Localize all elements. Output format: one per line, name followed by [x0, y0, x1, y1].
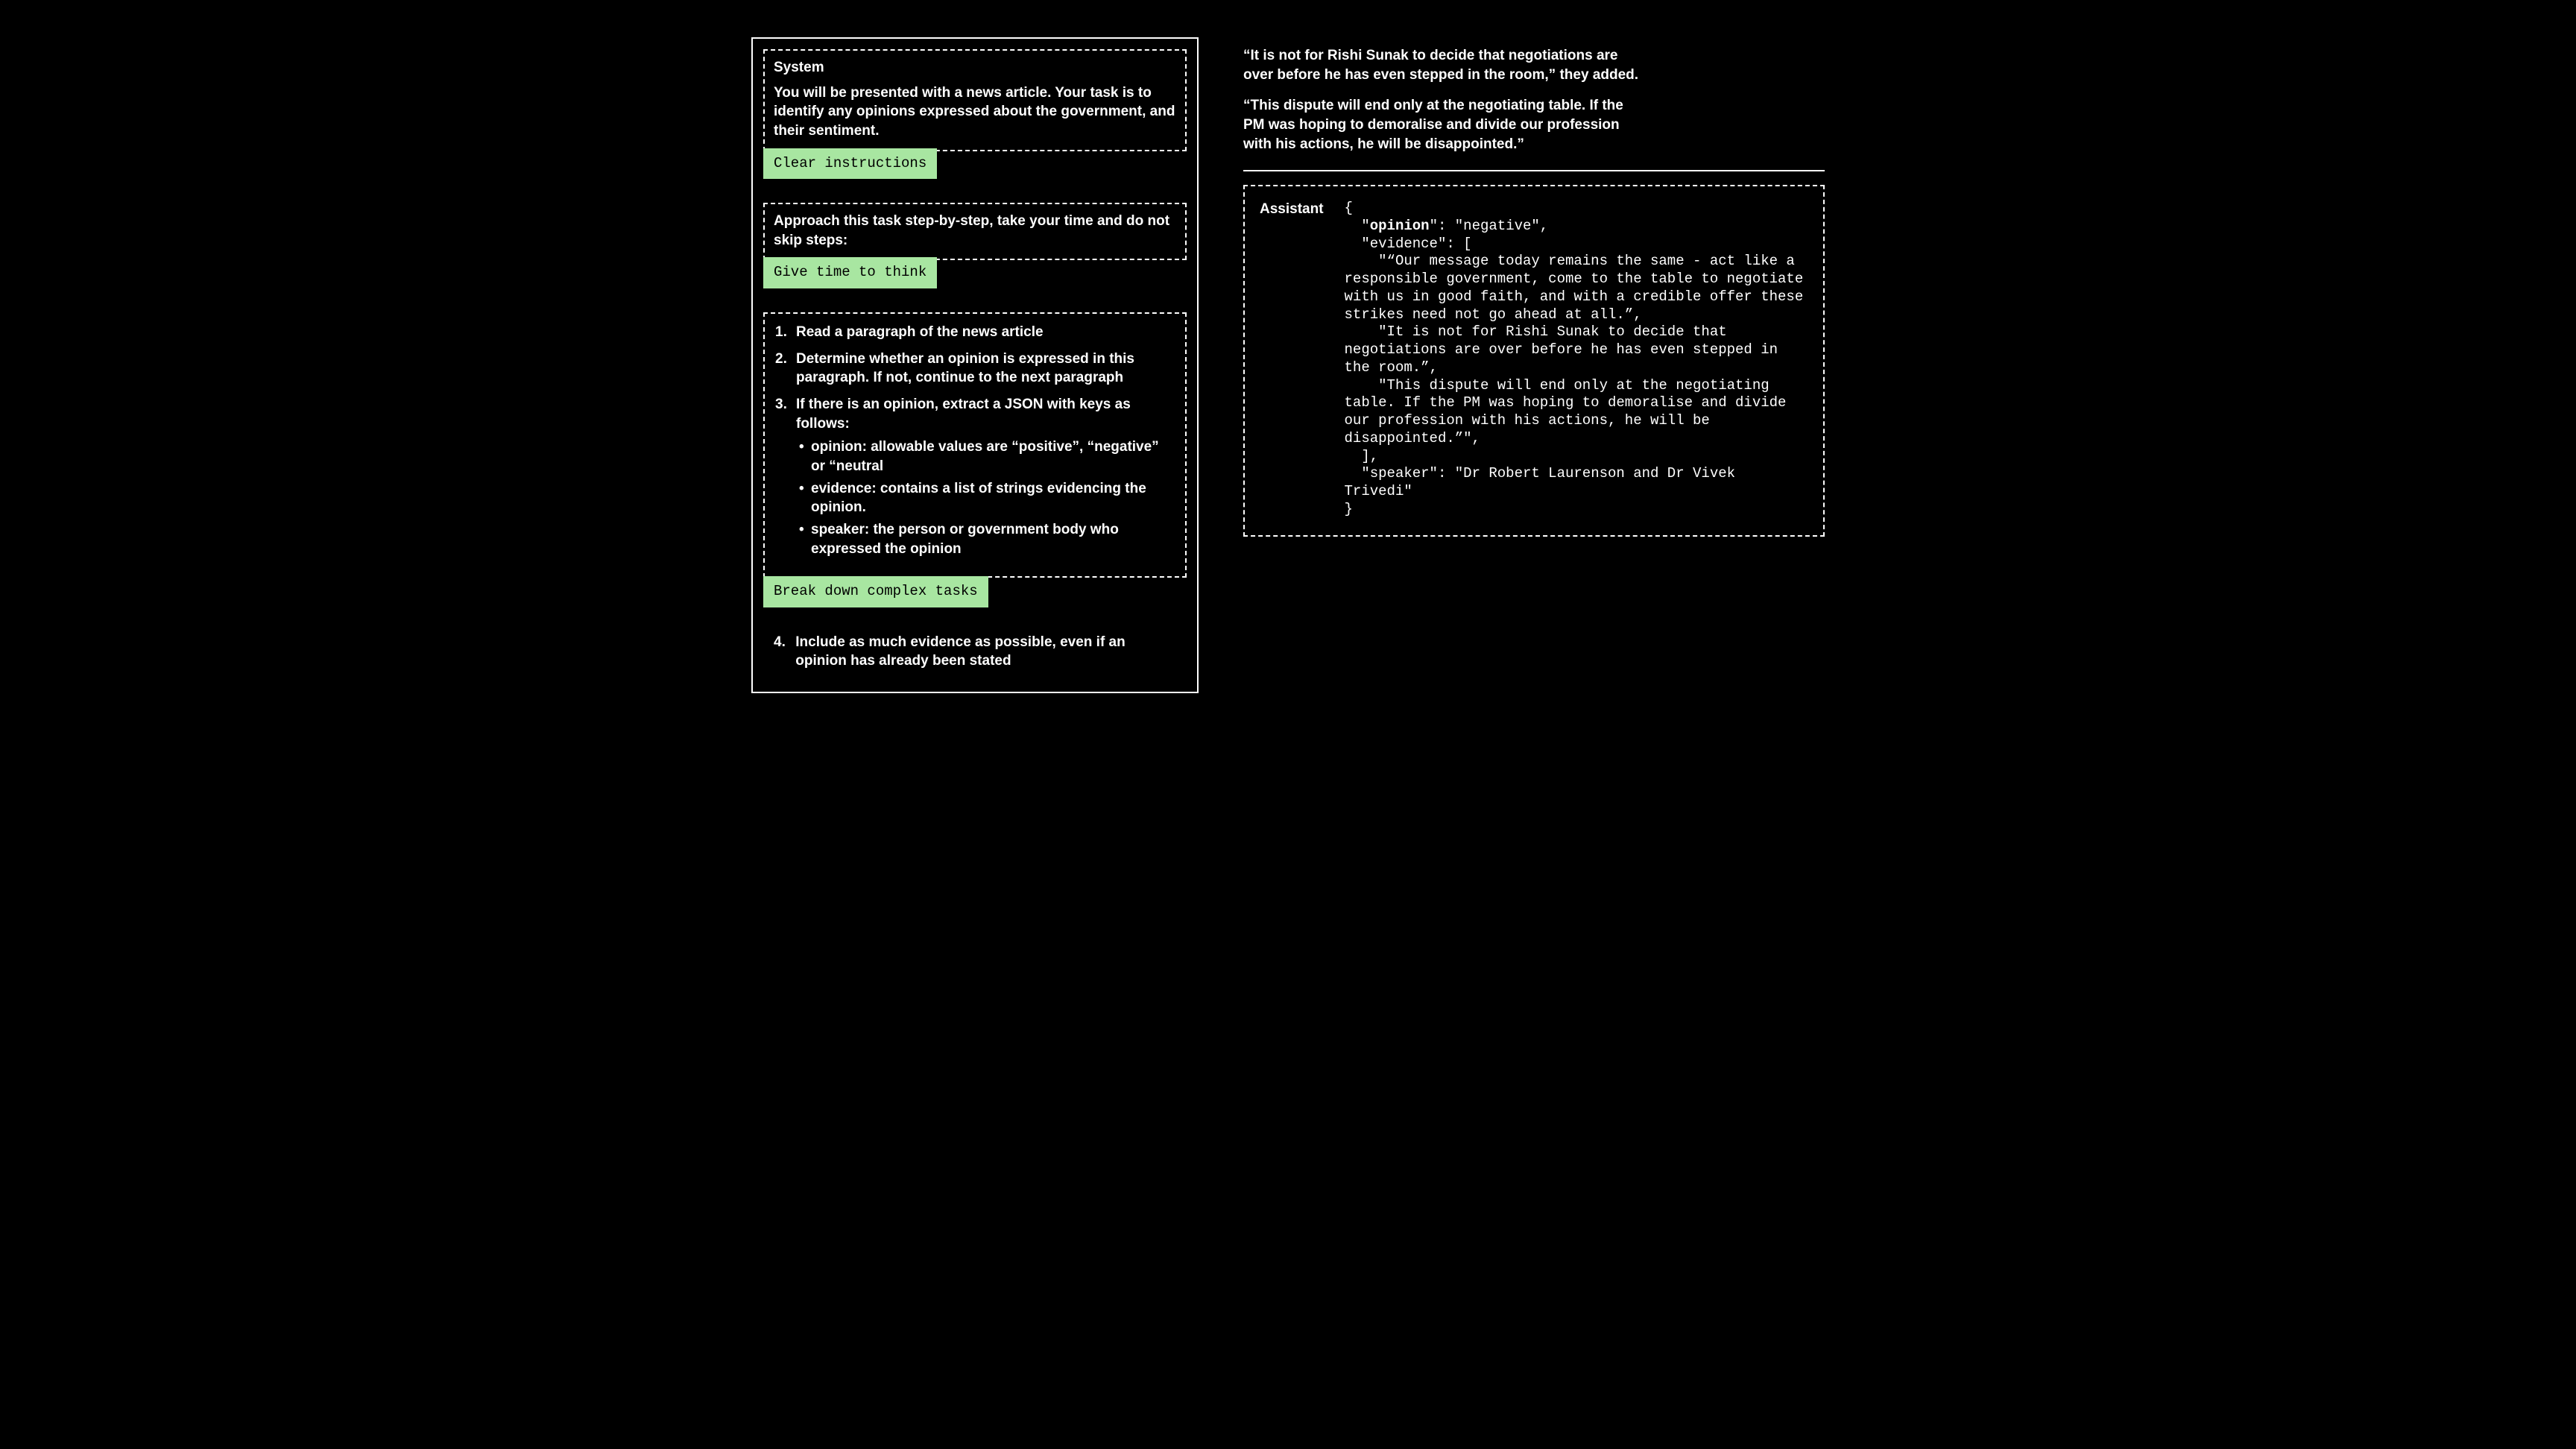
steps-block: Read a paragraph of the news article Det… [763, 312, 1187, 578]
code-l5: "This dispute will end only at the negot… [1345, 377, 1795, 446]
step-3-text: If there is an opinion, extract a JSON w… [796, 397, 1131, 432]
assistant-label: Assistant [1260, 200, 1324, 519]
bullet-speaker: speaker: the person or government body w… [796, 520, 1175, 558]
step-3: If there is an opinion, extract a JSON w… [775, 395, 1175, 558]
code-l6: ], [1345, 448, 1379, 464]
code-l8: } [1345, 501, 1353, 517]
code-l4: "It is not for Rishi Sunak to decide tha… [1345, 323, 1787, 376]
steps-list: Read a paragraph of the news article Det… [775, 323, 1175, 558]
code-l3: "“Our message today remains the same - a… [1345, 253, 1812, 322]
code-l0: { [1345, 200, 1353, 216]
step-1: Read a paragraph of the news article [775, 323, 1175, 342]
code-l7: "speaker": "Dr Robert Laurenson and Dr V… [1345, 465, 1744, 499]
code-l2: "evidence": [ [1345, 236, 1472, 252]
tag-time-to-think: Give time to think [763, 257, 937, 288]
divider [1243, 170, 1825, 171]
step-4-text: Include as much evidence as possible, ev… [795, 633, 1175, 671]
article-quote-2: “This dispute will end only at the negot… [1243, 96, 1646, 154]
left-column: System You will be presented with a news… [751, 37, 1199, 693]
approach-text: Approach this task step-by-step, take yo… [774, 212, 1176, 250]
tag-break-down: Break down complex tasks [763, 576, 988, 607]
assistant-code: { "opinion": "negative", "evidence": [ "… [1345, 200, 1808, 519]
step-3-bullets: opinion: allowable values are “positive”… [796, 438, 1175, 558]
code-l1-key: opinion [1370, 218, 1430, 234]
approach-block: Approach this task step-by-step, take yo… [763, 203, 1187, 260]
bullet-evidence: evidence: contains a list of strings evi… [796, 479, 1175, 517]
system-title: System [774, 58, 1176, 78]
code-l1b: ": "negative", [1430, 218, 1549, 234]
article-quote-1: “It is not for Rishi Sunak to decide tha… [1243, 46, 1646, 84]
prompt-outer-box: System You will be presented with a news… [751, 37, 1199, 693]
right-column: “It is not for Rishi Sunak to decide tha… [1243, 37, 1825, 693]
system-body: You will be presented with a news articl… [774, 83, 1176, 141]
assistant-box: Assistant { "opinion": "negative", "evid… [1243, 185, 1825, 537]
page: System You will be presented with a news… [751, 37, 1825, 693]
code-l1a: " [1345, 218, 1370, 234]
tag-clear-instructions: Clear instructions [763, 148, 937, 180]
bullet-opinion: opinion: allowable values are “positive”… [796, 438, 1175, 476]
step-4-row: 4. Include as much evidence as possible,… [763, 621, 1187, 671]
step-2-text: Determine whether an opinion is expresse… [796, 351, 1134, 386]
article-excerpt: “It is not for Rishi Sunak to decide tha… [1243, 46, 1825, 154]
step-1-text: Read a paragraph of the news article [796, 324, 1044, 340]
system-block: System You will be presented with a news… [763, 49, 1187, 151]
step-2: Determine whether an opinion is expresse… [775, 350, 1175, 388]
step-4-number: 4. [774, 633, 792, 652]
